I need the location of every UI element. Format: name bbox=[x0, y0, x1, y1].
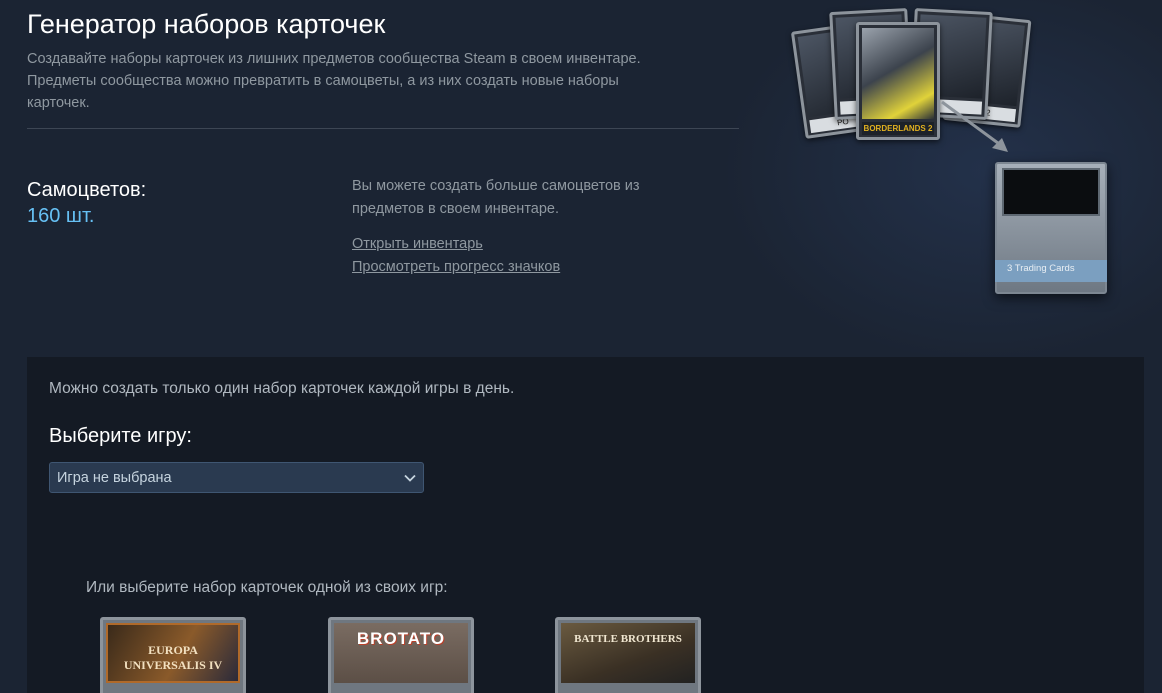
description-line: Предметы сообщества можно превратить в с… bbox=[27, 73, 619, 89]
gems-summary: Самоцветов: 160 шт. bbox=[27, 177, 146, 229]
game-booster-card-brotato[interactable]: BROTATO bbox=[328, 617, 474, 693]
page-title: Генератор наборов карточек bbox=[27, 9, 386, 39]
gems-info: Вы можете создать больше самоцветов из п… bbox=[352, 175, 712, 279]
description-line: Создавайте наборы карточек из лишних пре… bbox=[27, 51, 641, 67]
open-inventory-link[interactable]: Открыть инвентарь bbox=[352, 233, 712, 256]
header-divider bbox=[27, 128, 739, 129]
gems-count: 160 шт. bbox=[27, 205, 95, 227]
booster-pack-image: 3 Trading Cards bbox=[995, 162, 1107, 294]
booster-illustration: PO TA 2 BORDERLANDS 2 3 Trading Cards bbox=[790, 0, 1162, 310]
badge-progress-link[interactable]: Просмотреть прогресс значков bbox=[352, 256, 712, 279]
info-line: Вы можете создать больше самоцветов из bbox=[352, 178, 640, 194]
daily-limit-note: Можно создать только один набор карточек… bbox=[49, 380, 515, 397]
description-line: карточек. bbox=[27, 95, 90, 111]
game-logo: BROTATO bbox=[356, 629, 446, 648]
page-description: Создавайте наборы карточек из лишних пре… bbox=[27, 48, 739, 114]
chevron-down-icon bbox=[404, 474, 416, 482]
game-select[interactable]: Игра не выбрана bbox=[49, 462, 424, 493]
pack-label: 3 Trading Cards bbox=[1007, 263, 1075, 274]
info-links: Открыть инвентарь Просмотреть прогресс з… bbox=[352, 233, 712, 279]
game-logo: EUROPA UNIVERSALIS IV bbox=[123, 643, 223, 672]
page-header: Генератор наборов карточек Создавайте на… bbox=[27, 8, 739, 114]
owned-games-prompt: Или выберите набор карточек одной из сво… bbox=[86, 579, 448, 596]
game-booster-card-europa[interactable]: EUROPA UNIVERSALIS IV bbox=[100, 617, 246, 693]
arrow-icon bbox=[941, 100, 1008, 152]
choose-game-title: Выберите игру: bbox=[49, 425, 192, 447]
game-booster-card-battle-brothers[interactable]: BATTLE BROTHERS bbox=[555, 617, 701, 693]
game-logo: BATTLE BROTHERS bbox=[574, 633, 682, 645]
booster-creator-panel: Можно создать только один набор карточек… bbox=[27, 357, 1144, 693]
info-line: предметов в своем инвентаре. bbox=[352, 201, 560, 217]
gems-label: Самоцветов: bbox=[27, 179, 147, 201]
card-caption: BORDERLANDS 2 bbox=[862, 122, 934, 135]
trading-card-main-image: BORDERLANDS 2 bbox=[856, 22, 940, 140]
game-select-value: Игра не выбрана bbox=[57, 470, 172, 486]
